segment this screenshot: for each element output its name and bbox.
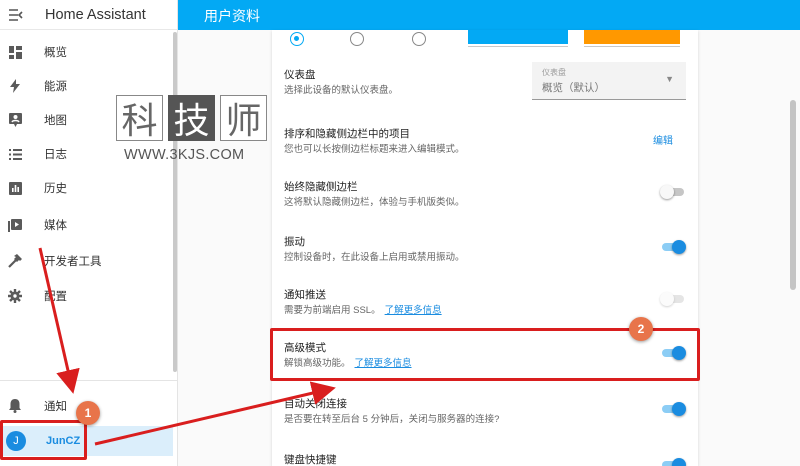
primary-color-swatch[interactable]: [468, 30, 568, 44]
sidebar-item-label: 能源: [44, 81, 67, 93]
gear-icon: [8, 289, 22, 303]
media-play-icon: [8, 218, 22, 232]
step-badge-1: 1: [76, 401, 100, 425]
sidebar-item-label: 日志: [44, 149, 67, 161]
sidebar-item-label: 通知: [44, 401, 67, 413]
select-label: 仪表盘: [542, 68, 566, 77]
sidebar-item-media[interactable]: 媒体: [0, 210, 176, 240]
dropdown-arrow-icon: ▼: [665, 74, 674, 84]
top-app-bar: 用户资料: [178, 0, 800, 30]
menu-collapse-icon[interactable]: [8, 8, 24, 22]
sidebar-order-title: 排序和隐藏侧边栏中的项目: [284, 128, 410, 140]
hide-sidebar-desc: 这将默认隐藏侧边栏，体验与手机版类似。: [284, 197, 465, 208]
push-learn-more-link[interactable]: 了解更多信息: [385, 305, 442, 316]
vibrate-toggle[interactable]: [660, 240, 686, 254]
theme-radio-auto[interactable]: [290, 32, 304, 46]
sidebar: Home Assistant 概览 能源 地图 日志 历史 媒体 开发者工具 配…: [0, 0, 178, 466]
hammer-icon: [8, 254, 22, 268]
page-title: 用户资料: [204, 8, 260, 24]
hide-sidebar-title: 始终隐藏侧边栏: [284, 181, 358, 193]
sidebar-item-developer-tools[interactable]: 开发者工具: [0, 246, 176, 276]
sidebar-item-label: 配置: [44, 291, 67, 303]
sidebar-divider: [0, 380, 177, 381]
annotation-box-user: [0, 420, 87, 460]
shortcuts-title: 键盘快捷键: [284, 454, 337, 466]
sidebar-item-history[interactable]: 历史: [0, 173, 176, 203]
watermark-char: 师: [220, 95, 267, 142]
sidebar-item-label: 媒体: [44, 220, 67, 232]
vibrate-title: 振动: [284, 236, 305, 248]
theme-radio-dark[interactable]: [412, 32, 426, 46]
dashboard-select[interactable]: 仪表盘 概览（默认） ▼: [532, 62, 686, 100]
list-icon: [8, 147, 22, 161]
accent-color-underline: [584, 46, 680, 47]
hide-sidebar-toggle[interactable]: [660, 185, 686, 199]
auto-close-desc: 是否要在转至后台 5 分钟后，关闭与服务器的连接?: [284, 414, 500, 425]
vibrate-desc: 控制设备时，在此设备上启用或禁用振动。: [284, 252, 465, 263]
shortcuts-toggle[interactable]: [660, 458, 686, 466]
watermark: 科 技 师 WWW.3KJS.COM: [116, 95, 276, 165]
dashboard-grid-icon: [8, 45, 22, 59]
select-value: 概览（默认）: [542, 82, 605, 94]
profile-card: 仪表盘 选择此设备的默认仪表盘。 仪表盘 概览（默认） ▼ 排序和隐藏侧边栏中的…: [272, 30, 698, 466]
dashboard-desc: 选择此设备的默认仪表盘。: [284, 85, 399, 96]
watermark-char: 科: [116, 95, 163, 142]
primary-color-underline: [468, 46, 568, 47]
lightning-icon: [8, 79, 22, 93]
app-title: Home Assistant: [45, 6, 146, 23]
watermark-url: WWW.3KJS.COM: [124, 147, 245, 163]
sidebar-scrollbar[interactable]: [173, 32, 177, 372]
step-badge-2: 2: [629, 317, 653, 341]
sidebar-item-label: 历史: [44, 183, 67, 195]
edit-sidebar-button[interactable]: 编辑: [653, 132, 673, 147]
watermark-char: 技: [168, 95, 215, 142]
push-toggle[interactable]: [660, 292, 686, 306]
sidebar-item-label: 概览: [44, 47, 67, 59]
auto-close-toggle[interactable]: [660, 402, 686, 416]
accent-color-swatch[interactable]: [584, 30, 680, 44]
sidebar-header: Home Assistant: [0, 0, 177, 30]
auto-close-title: 自动关闭连接: [284, 398, 347, 410]
dashboard-title: 仪表盘: [284, 69, 316, 81]
sidebar-order-desc: 您也可以长按侧边栏标题来进入编辑模式。: [284, 144, 465, 155]
map-person-icon: [8, 113, 22, 127]
push-title: 通知推送: [284, 289, 326, 301]
theme-radio-light[interactable]: [350, 32, 364, 46]
bell-icon: [8, 399, 22, 413]
bar-chart-icon: [8, 181, 22, 195]
sidebar-item-label: 地图: [44, 115, 67, 127]
push-desc: 需要为前端启用 SSL。 了解更多信息: [284, 305, 442, 316]
main-scrollbar[interactable]: [790, 100, 796, 290]
sidebar-item-overview[interactable]: 概览: [0, 37, 176, 67]
sidebar-item-label: 开发者工具: [44, 256, 102, 268]
sidebar-item-config[interactable]: 配置: [0, 281, 176, 311]
